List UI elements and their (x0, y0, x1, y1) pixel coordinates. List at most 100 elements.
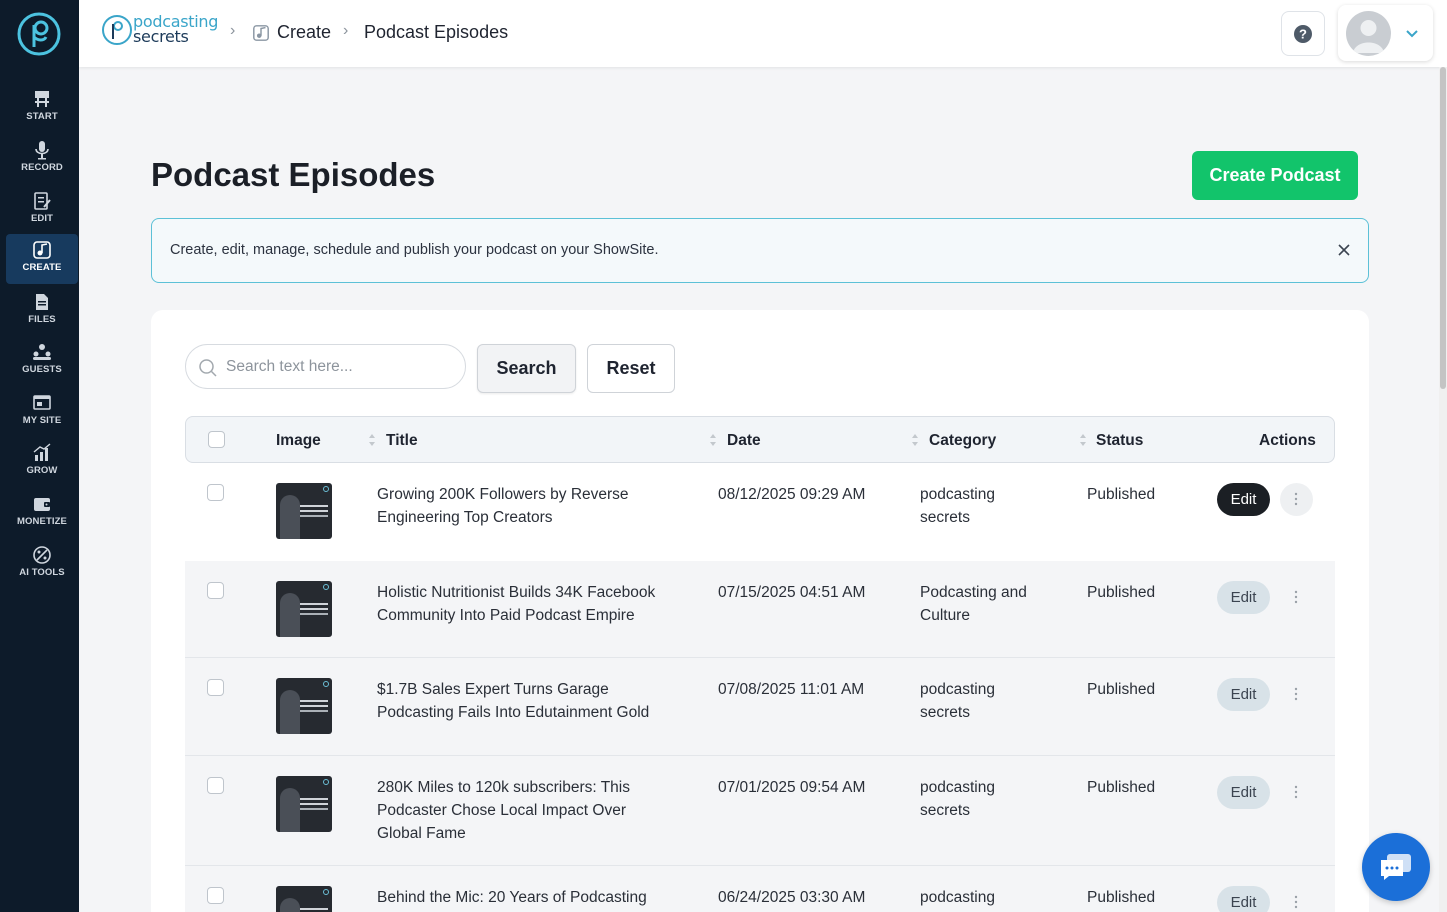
edit-button[interactable]: Edit (1217, 483, 1270, 516)
brand-name-line2: secrets (133, 27, 189, 46)
episode-date: 07/15/2025 04:51 AM (718, 584, 866, 601)
sidebar-item-grow[interactable]: GROW (6, 437, 78, 487)
row-checkbox[interactable] (207, 777, 224, 794)
episode-thumbnail[interactable] (276, 886, 332, 912)
more-options-button[interactable] (1280, 483, 1313, 516)
top-bar: podcasting secrets › Create › Podcast Ep… (79, 0, 1447, 67)
chat-widget-button[interactable] (1362, 833, 1430, 901)
episode-thumbnail[interactable] (276, 776, 332, 832)
search-box[interactable] (185, 344, 466, 389)
breadcrumb-current: Podcast Episodes (364, 22, 509, 42)
sidebar-item-label: AI TOOLS (19, 567, 65, 578)
episode-thumbnail[interactable] (276, 678, 332, 734)
episode-category: Podcasting and (920, 584, 1027, 601)
column-header-status[interactable]: Status (1096, 432, 1143, 450)
episode-date: 07/08/2025 11:01 AM (718, 681, 865, 698)
status-badge: Published (1087, 779, 1156, 796)
user-menu-button[interactable] (1338, 5, 1433, 61)
episode-title[interactable]: Behind the Mic: 20 Years of Podcasting (377, 886, 647, 909)
sort-icon[interactable] (709, 433, 717, 447)
status-badge: Published (1087, 486, 1156, 503)
row-checkbox[interactable] (207, 582, 224, 599)
status-badge: Published (1087, 584, 1156, 601)
sidebar-item-create[interactable]: CREATE (6, 234, 78, 284)
reset-button[interactable]: Reset (587, 344, 675, 393)
app-logo-icon[interactable] (16, 11, 62, 57)
table-row: Holistic Nutritionist Builds 34K Faceboo… (185, 561, 1335, 658)
column-header-category[interactable]: Category (929, 432, 996, 450)
more-vertical-icon (1294, 785, 1298, 799)
files-icon (36, 294, 48, 310)
sidebar-item-guests[interactable]: GUESTS (6, 336, 78, 386)
episode-category: secrets (920, 704, 970, 721)
episode-thumbnail[interactable] (276, 581, 332, 637)
row-checkbox[interactable] (207, 887, 224, 904)
create-podcast-button[interactable]: Create Podcast (1192, 151, 1358, 200)
select-all-checkbox[interactable] (208, 431, 225, 448)
user-silhouette-icon (1353, 20, 1384, 53)
brand-logo[interactable]: podcasting secrets (101, 12, 225, 47)
sort-icon[interactable] (911, 433, 919, 447)
svg-text:?: ? (1299, 27, 1307, 42)
sidebar-item-edit[interactable]: EDIT (6, 185, 78, 235)
sidebar-item-label: START (26, 111, 58, 122)
episode-title[interactable]: Holistic Nutritionist Builds 34K Faceboo… (377, 581, 655, 604)
episode-title[interactable]: Community Into Paid Podcast Empire (377, 604, 635, 627)
sort-icon[interactable] (368, 433, 376, 447)
sidebar-item-start[interactable]: START (6, 83, 78, 133)
chevron-down-icon (1406, 30, 1418, 38)
website-icon (33, 395, 51, 410)
search-button[interactable]: Search (477, 344, 576, 393)
ai-tools-icon (33, 546, 51, 564)
episode-date: 07/01/2025 09:54 AM (718, 779, 866, 796)
scrollbar-thumb[interactable] (1440, 67, 1446, 389)
column-header-title[interactable]: Title (386, 432, 418, 450)
sidebar-item-label: CREATE (22, 262, 62, 273)
episode-title[interactable]: Podcaster Chose Local Impact Over (377, 799, 626, 822)
row-checkbox[interactable] (207, 484, 224, 501)
edit-button[interactable]: Edit (1217, 776, 1270, 809)
edit-button[interactable]: Edit (1217, 886, 1270, 912)
episode-title[interactable]: Podcasting Fails Into Edutainment Gold (377, 701, 649, 724)
more-options-button[interactable] (1280, 678, 1313, 711)
episode-title[interactable]: Growing 200K Followers by Reverse (377, 483, 629, 506)
chat-bubble-icon (1381, 854, 1411, 880)
sort-icon[interactable] (1079, 433, 1087, 447)
page-title: Podcast Episodes (151, 156, 436, 193)
more-vertical-icon (1294, 492, 1298, 506)
episode-thumbnail[interactable] (276, 483, 332, 539)
page-scrollbar[interactable] (1439, 67, 1447, 912)
sidebar-item-label: GUESTS (22, 364, 62, 375)
episode-title[interactable]: Engineering Top Creators (377, 506, 553, 529)
row-checkbox[interactable] (207, 679, 224, 696)
sidebar-item-files[interactable]: FILES (6, 286, 78, 336)
episode-title[interactable]: Global Fame (377, 822, 466, 845)
table-row: Behind the Mic: 20 Years of Podcasting 0… (185, 866, 1335, 912)
sidebar-item-monetize[interactable]: MONETIZE (6, 488, 78, 538)
table-row: 280K Miles to 120k subscribers: This Pod… (185, 756, 1335, 866)
help-button[interactable]: ? (1281, 11, 1325, 56)
edit-button[interactable]: Edit (1217, 678, 1270, 711)
more-options-button[interactable] (1280, 581, 1313, 614)
episode-title[interactable]: $1.7B Sales Expert Turns Garage (377, 678, 609, 701)
microphone-icon (35, 141, 49, 160)
episode-category: podcasting (920, 779, 995, 796)
table-row: $1.7B Sales Expert Turns Garage Podcasti… (185, 658, 1335, 756)
episode-category: secrets (920, 802, 970, 819)
more-options-button[interactable] (1280, 776, 1313, 809)
column-header-date[interactable]: Date (727, 432, 761, 450)
search-input[interactable] (226, 355, 456, 379)
sidebar-item-record[interactable]: RECORD (6, 134, 78, 184)
sidebar-item-label: MY SITE (22, 415, 62, 426)
episode-title[interactable]: 280K Miles to 120k subscribers: This (377, 776, 630, 799)
sidebar-item-ai-tools[interactable]: AI TOOLS (6, 539, 78, 589)
close-icon[interactable] (1329, 235, 1359, 265)
more-options-button[interactable] (1280, 886, 1313, 912)
sidebar-item-my-site[interactable]: MY SITE (6, 387, 78, 437)
brand-logo-icon (102, 15, 132, 45)
status-badge: Published (1087, 889, 1156, 906)
episode-category: Culture (920, 607, 970, 624)
breadcrumb-create[interactable]: Create (277, 22, 331, 43)
info-banner: Create, edit, manage, schedule and publi… (151, 218, 1369, 283)
edit-button[interactable]: Edit (1217, 581, 1270, 614)
